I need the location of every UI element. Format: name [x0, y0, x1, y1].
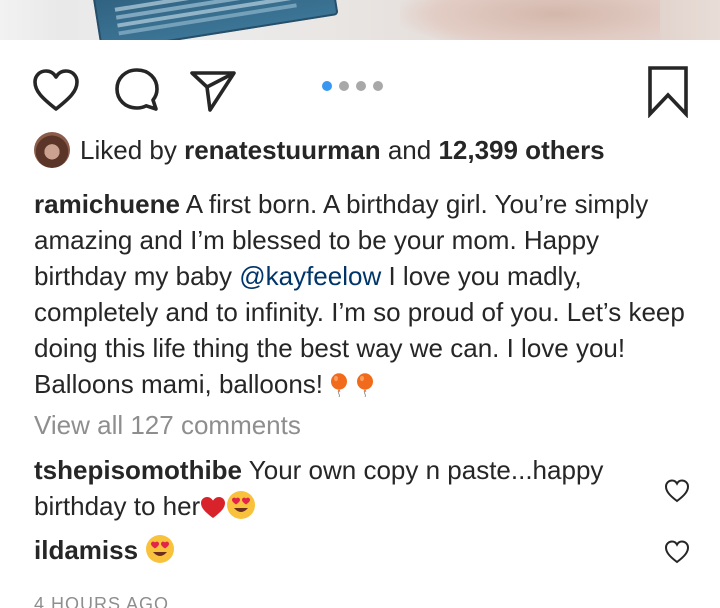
comment-item: tshepisomothibe Your own copy n paste...…: [34, 452, 644, 524]
heart-eyes-emoji: [146, 535, 175, 563]
post-photo[interactable]: [0, 0, 720, 40]
save-button[interactable]: [644, 64, 692, 118]
caption-mention[interactable]: @kayfeelow: [239, 261, 381, 291]
balloon-emoji: [331, 373, 348, 397]
likes-conj: and: [387, 134, 432, 165]
post-caption: ramichuene A first born. A birthday girl…: [34, 186, 694, 402]
carousel-dot: [339, 81, 349, 91]
carousel-dot: [356, 81, 366, 91]
liker-avatar[interactable]: [34, 132, 70, 168]
comment-username[interactable]: tshepisomothibe: [34, 455, 242, 485]
balloon-emoji: [357, 373, 374, 397]
red-heart-emoji: [201, 497, 226, 518]
comment-like-heart-icon[interactable]: [664, 478, 690, 504]
comment-button[interactable]: [110, 66, 164, 114]
heart-eyes-emoji: [227, 491, 256, 519]
likes-others-count[interactable]: 12,399 others: [438, 135, 604, 165]
comment-like-heart-icon[interactable]: [664, 539, 690, 565]
share-icon: [190, 71, 236, 112]
comment-icon: [115, 68, 159, 111]
bookmark-icon: [648, 66, 688, 118]
post-action-bar: [0, 64, 720, 120]
heart-icon: [33, 69, 79, 111]
likes-summary[interactable]: Liked by renatestuurman and 12,399 other…: [34, 130, 605, 170]
view-all-comments-link[interactable]: View all 127 comments: [34, 410, 301, 441]
liker-username[interactable]: renatestuurman: [184, 135, 381, 165]
carousel-dot: [373, 81, 383, 91]
post-timestamp: 4 HOURS AGO: [34, 594, 170, 608]
like-button[interactable]: [30, 66, 82, 114]
hand-image-part: [400, 0, 660, 40]
laptop-image-part: [91, 0, 339, 40]
comment-username[interactable]: ildamiss: [34, 535, 138, 565]
likes-prefix: Liked by: [80, 134, 177, 165]
carousel-indicator: [322, 81, 383, 91]
caption-username[interactable]: ramichuene: [34, 189, 180, 219]
comment-item: ildamiss: [34, 532, 644, 568]
share-button[interactable]: [186, 66, 240, 114]
carousel-dot-active: [322, 81, 332, 91]
